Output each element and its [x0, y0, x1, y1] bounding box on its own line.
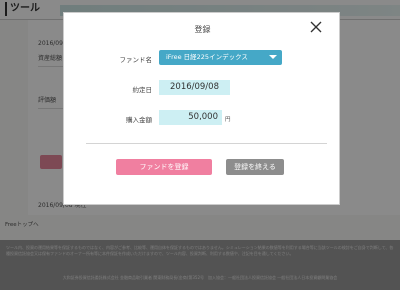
purchase-amount-label: 購入金額	[126, 116, 152, 124]
dialog-divider	[86, 143, 327, 144]
purchase-amount-field[interactable]: 50,000	[159, 110, 222, 125]
trade-date-label: 約定日	[132, 86, 153, 94]
fund-name-selected-value: iFree 日経225インデックス	[166, 53, 248, 61]
finish-registration-button[interactable]: 登録を終える	[226, 159, 284, 175]
trade-date-field[interactable]: 2016/09/08	[159, 80, 230, 95]
register-dialog: 登録 ファンド名 iFree 日経225インデックス 約定日 2016/09/0…	[63, 12, 340, 205]
close-button[interactable]	[309, 20, 323, 34]
dialog-title: 登録	[194, 25, 211, 34]
currency-unit: 円	[225, 117, 231, 123]
fund-name-label: ファンド名	[119, 56, 153, 64]
chevron-down-icon	[269, 55, 277, 59]
close-icon	[310, 21, 322, 33]
fund-name-select[interactable]: iFree 日経225インデックス	[159, 50, 282, 65]
register-fund-button[interactable]: ファンドを登録	[116, 159, 212, 175]
